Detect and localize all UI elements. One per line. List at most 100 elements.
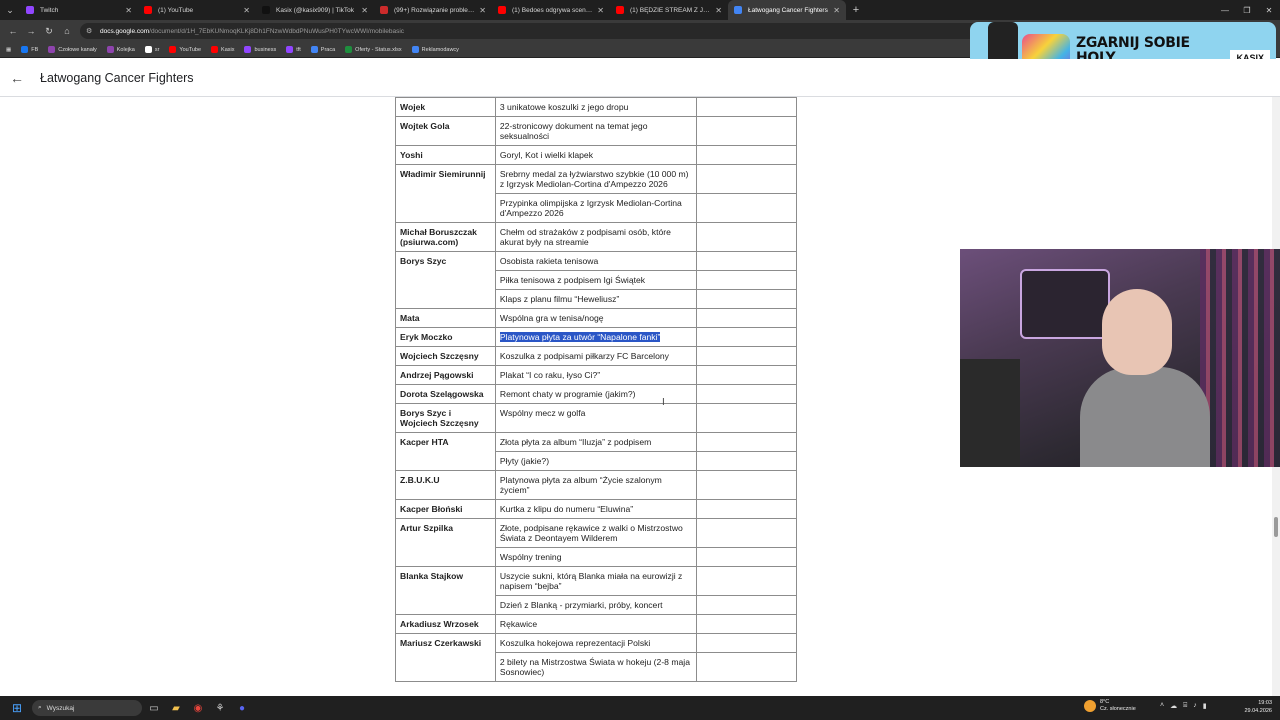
table-row: Dorota Szelągowska Remont chaty w program… [395,384,797,404]
browser-tab[interactable]: Twitch ✕ [20,0,138,20]
bookmark-item[interactable]: Reklamodawcy [411,46,459,53]
tab-title: (1) BĘDZIE STREAM Z JD | ZAG [630,6,712,14]
back-arrow-icon[interactable]: ← [0,70,34,86]
bookmark-icon [144,46,152,53]
prize-text: Koszulka hokejowa reprezentacji Polski [499,638,651,648]
file-explorer-icon[interactable]: ▰ [166,698,186,718]
table-row: Władimir Siemirunnij Srebrny medal za łyż… [395,164,797,223]
chrome-icon[interactable]: ◉ [188,698,208,718]
prize-text: Platynowa płyta za album “Życie szalonym… [499,475,662,495]
table-row: Wojtek Gola 22-stronicowy dokument na tem… [395,116,797,146]
browser-tab[interactable]: (1) BĘDZIE STREAM Z JD | ZAG✕ [610,0,728,20]
forward-icon[interactable]: → [22,26,40,36]
prize-cell: 3 unikatowe koszulki z jego dropu [494,97,698,117]
webcam-overlay [960,249,1280,467]
tab-favicon-icon [380,6,388,14]
empty-cell [696,327,797,347]
system-tray: ˄ ☁ ⌸ ♪ ▮ [1160,702,1213,710]
empty-cell [696,652,797,682]
cloud-icon[interactable]: ☁ [1170,702,1177,710]
browser-tab[interactable]: (1) YouTube ✕ [138,0,256,20]
bookmark-item[interactable]: tft [286,46,301,53]
bookmark-icon [21,46,29,53]
url-path: /document/d/1H_7EbKUNmoqKLKj8Dh1FNzwWdbd… [149,27,405,35]
shelf [1200,249,1280,467]
tab-close-icon[interactable]: ✕ [125,6,132,15]
taskbar-clock[interactable]: 19:03 29.04.2026 [1244,699,1272,715]
tab-close-icon[interactable]: ✕ [243,6,250,15]
tab-close-icon[interactable]: ✕ [361,6,368,15]
app-icon[interactable]: ⚘ [210,698,230,718]
tab-close-icon[interactable]: ✕ [833,6,840,15]
table-row: Borys Szyc i Wojciech Szczęsny Wspólny me… [395,403,797,433]
person-cell: Eryk Moczko [395,327,496,347]
prize-cell: Wspólna gra w tenisa/nogę [494,308,698,328]
new-tab-button[interactable]: + [846,4,866,16]
bookmark-item[interactable]: FB [21,46,38,53]
prize-cell: Koszulka z podpisami piłkarzy FC Barcelo… [494,346,698,366]
maximize-icon[interactable]: ❐ [1236,0,1258,20]
browser-tab[interactable]: Kasix (@kasix909) | TikTok ✕ [256,0,374,20]
tab-close-icon[interactable]: ✕ [597,6,604,15]
apps-icon[interactable]: ▦ [6,47,11,53]
prize-cell: Platynowa płyta za album “Życie szalonym… [494,470,698,500]
windows-start-icon[interactable]: ⊞ [6,696,28,720]
bookmark-item[interactable]: Kasix [211,46,234,53]
network-icon[interactable]: ⌸ [1183,702,1187,710]
bookmark-item[interactable]: Kolejka [106,46,135,53]
bookmark-item[interactable]: Praca [310,46,336,53]
browser-tab[interactable]: (1) Bedoes odgrywa scenke z ✕ [492,0,610,20]
person-cell: Wojciech Szczęsny [395,346,496,366]
bookmark-label: Praca [320,46,336,53]
tab-title: Twitch [40,6,59,14]
streamer [1080,289,1210,467]
bookmark-item[interactable]: YouTube [169,46,201,53]
table-row: Arkadiusz Wrzosek Rękawice [395,614,797,634]
bookmark-item[interactable]: Czołowe kanały [48,46,97,53]
tab-close-icon[interactable]: ✕ [479,6,486,15]
discord-icon[interactable]: ● [232,698,252,718]
tab-title: Łatwogang Cancer Fighters [748,6,828,14]
empty-cell [696,289,797,309]
prize-cell: Goryl, Kot i wielki klapek [494,145,698,165]
tab-close-icon[interactable]: ✕ [715,6,722,15]
reload-icon[interactable]: ↻ [40,26,58,37]
site-info-icon[interactable]: ⚙ [86,27,96,35]
browser-tab[interactable]: (99+) Rozwiązanie problemów ✕ [374,0,492,20]
empty-cell [696,432,797,452]
volume-icon[interactable]: ♪ [1193,702,1197,710]
head [1102,289,1172,375]
weather-widget[interactable]: 8°C Cz. słonecznie [1084,699,1136,713]
table-row: Z.B.U.K.U Platynowa płyta za album “Życie… [395,470,797,500]
chevron-up-icon[interactable]: ˄ [1160,702,1164,710]
person-cell: Władimir Siemirunnij [395,164,496,223]
bookmark-item[interactable]: business [244,46,276,53]
close-icon[interactable]: ✕ [1258,0,1280,20]
tab-search-icon[interactable]: ⌄ [0,0,20,20]
search-placeholder: Wyszukaj [46,704,75,712]
minimize-icon[interactable]: — [1214,0,1236,20]
taskbar-search[interactable]: ⌕ Wyszukaj [32,700,142,716]
bookmark-item[interactable]: sr [144,46,160,53]
browser-tab[interactable]: Łatwogang Cancer Fighters ✕ [728,0,846,20]
battery-icon[interactable]: ▮ [1203,702,1207,710]
browser-tab-strip: ⌄ Twitch ✕ (1) YouTube ✕ Kasix (@kasix909) |… [0,0,1280,20]
scrollbar-thumb[interactable] [1274,517,1278,537]
address-bar[interactable]: ⚙ docs.google.com /document/d/1H_7EbKUNm… [80,23,1040,39]
back-icon[interactable]: ← [4,26,22,36]
prize-text: Wspólny trening [499,552,562,562]
person-cell: Wojtek Gola [395,116,496,146]
hoodie [1080,367,1210,467]
prize-text: Klaps z planu filmu “Heweliusz” [499,294,620,304]
task-view-icon[interactable]: ▭ [144,698,164,718]
empty-cell [696,499,797,519]
clock-time: 19:03 [1258,700,1272,706]
home-icon[interactable]: ⌂ [58,26,76,36]
bookmark-icon [244,46,252,53]
bookmark-label: Kolejka [116,46,135,53]
prize-text: Rękawice [499,619,538,629]
bookmark-label: Kasix [221,46,235,53]
prize-cell: Koszulka hokejowa reprezentacji Polski [494,633,698,653]
bookmark-label: sr [154,46,160,53]
bookmark-item[interactable]: Oferty - Status.xlsx [345,46,402,53]
